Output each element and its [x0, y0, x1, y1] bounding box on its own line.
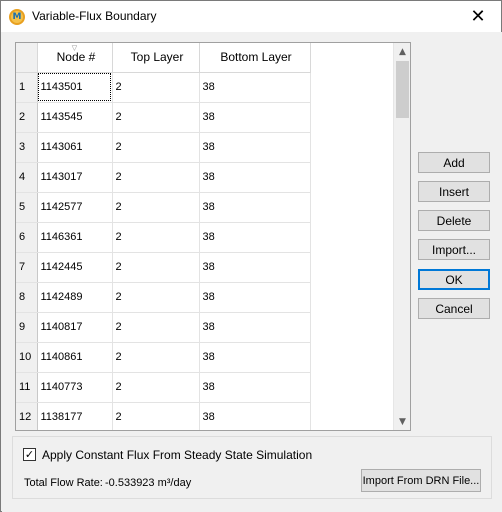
dialog-body: ▽ Node # Top Layer Bottom Layer 1 1143501 2…: [2, 32, 502, 512]
bottom-layer-cell[interactable]: 38: [199, 342, 311, 373]
close-icon[interactable]: ✕: [455, 1, 501, 32]
total-flow-rate-value: -0.533923 m³/day: [105, 477, 192, 489]
row-index-cell[interactable]: 11: [16, 372, 38, 403]
node-cell[interactable]: 1146361: [37, 222, 113, 253]
top-layer-cell[interactable]: 2: [112, 132, 200, 163]
table-corner-cell: [16, 43, 38, 73]
table-header-row: ▽ Node # Top Layer Bottom Layer: [16, 43, 311, 73]
scroll-up-icon[interactable]: ▲: [394, 43, 410, 60]
sort-caret-icon: ▽: [71, 44, 78, 52]
ok-button[interactable]: OK: [418, 269, 490, 290]
top-layer-cell[interactable]: 2: [112, 372, 200, 403]
top-layer-cell[interactable]: 2: [112, 402, 200, 430]
import-drn-file-button[interactable]: Import From DRN File...: [361, 469, 481, 492]
top-layer-cell[interactable]: 2: [112, 252, 200, 283]
node-cell[interactable]: 1140861: [37, 342, 113, 373]
top-layer-cell[interactable]: 2: [112, 342, 200, 373]
table-row[interactable]: 11 1140773 2 38: [16, 372, 311, 403]
row-index-cell[interactable]: 9: [16, 312, 38, 343]
row-index-cell[interactable]: 7: [16, 252, 38, 283]
top-layer-cell[interactable]: 2: [112, 312, 200, 343]
top-layer-cell[interactable]: 2: [112, 192, 200, 223]
node-cell[interactable]: 1140773: [37, 372, 113, 403]
cancel-button[interactable]: Cancel: [418, 298, 490, 319]
app-logo-icon: M: [9, 9, 25, 25]
row-index-cell[interactable]: 6: [16, 222, 38, 253]
table-row[interactable]: 7 1142445 2 38: [16, 252, 311, 283]
column-header-node[interactable]: ▽ Node #: [37, 43, 113, 73]
bottom-layer-cell[interactable]: 38: [199, 222, 311, 253]
node-cell[interactable]: 1140817: [37, 312, 113, 343]
row-index-cell[interactable]: 10: [16, 342, 38, 373]
row-index-cell[interactable]: 4: [16, 162, 38, 193]
check-icon: ✓: [24, 448, 35, 461]
flux-options-panel: ✓ Apply Constant Flux From Steady State …: [12, 436, 492, 499]
row-index-cell[interactable]: 12: [16, 402, 38, 430]
top-layer-cell[interactable]: 2: [112, 72, 200, 103]
apply-constant-flux-label[interactable]: Apply Constant Flux From Steady State Si…: [42, 448, 312, 462]
delete-button[interactable]: Delete: [418, 210, 490, 231]
bottom-layer-cell[interactable]: 38: [199, 402, 311, 430]
row-index-cell[interactable]: 2: [16, 102, 38, 133]
scrollbar-thumb[interactable]: [396, 61, 409, 118]
add-button[interactable]: Add: [418, 152, 490, 173]
node-cell[interactable]: 1138177: [37, 402, 113, 430]
title-bar: M Variable-Flux Boundary ✕: [1, 1, 501, 32]
top-layer-cell[interactable]: 2: [112, 102, 200, 133]
table-row[interactable]: 10 1140861 2 38: [16, 342, 311, 373]
vertical-scrollbar[interactable]: ▲ ▼: [393, 43, 410, 430]
insert-button[interactable]: Insert: [418, 181, 490, 202]
row-index-cell[interactable]: 5: [16, 192, 38, 223]
apply-constant-flux-checkbox[interactable]: ✓: [23, 448, 36, 461]
node-cell[interactable]: 1142489: [37, 282, 113, 313]
bottom-layer-cell[interactable]: 38: [199, 132, 311, 163]
table-row[interactable]: 4 1143017 2 38: [16, 162, 311, 193]
row-index-cell[interactable]: 3: [16, 132, 38, 163]
bottom-layer-cell[interactable]: 38: [199, 372, 311, 403]
scroll-down-icon[interactable]: ▼: [394, 413, 410, 430]
app-logo-glyph: M: [12, 12, 22, 22]
bottom-layer-cell[interactable]: 38: [199, 282, 311, 313]
bottom-layer-cell[interactable]: 38: [199, 162, 311, 193]
top-layer-cell[interactable]: 2: [112, 222, 200, 253]
window-title: Variable-Flux Boundary: [32, 9, 157, 23]
node-table[interactable]: ▽ Node # Top Layer Bottom Layer 1 1143501 2…: [15, 42, 411, 431]
row-index-cell[interactable]: 8: [16, 282, 38, 313]
variable-flux-dialog: M Variable-Flux Boundary ✕ ▽ Node # Top L…: [0, 0, 502, 512]
table-row[interactable]: 12 1138177 2 38: [16, 402, 311, 430]
bottom-layer-cell[interactable]: 38: [199, 102, 311, 133]
column-header-node-label: Node #: [56, 50, 96, 65]
table-row[interactable]: 8 1142489 2 38: [16, 282, 311, 313]
bottom-layer-cell[interactable]: 38: [199, 192, 311, 223]
node-cell[interactable]: 1143017: [37, 162, 113, 193]
top-layer-cell[interactable]: 2: [112, 282, 200, 313]
node-table-grid: ▽ Node # Top Layer Bottom Layer 1 1143501 2…: [16, 43, 311, 430]
node-cell[interactable]: 1143501: [37, 72, 113, 103]
column-header-top-layer[interactable]: Top Layer: [112, 43, 200, 73]
bottom-layer-cell[interactable]: 38: [199, 252, 311, 283]
node-cell[interactable]: 1142577: [37, 192, 113, 223]
column-header-bottom-layer[interactable]: Bottom Layer: [199, 43, 311, 73]
row-index-cell[interactable]: 1: [16, 72, 38, 103]
import-button[interactable]: Import...: [418, 239, 490, 260]
table-row[interactable]: 1 1143501 2 38: [16, 72, 311, 103]
total-flow-rate-label: Total Flow Rate:: [24, 477, 103, 489]
table-row[interactable]: 2 1143545 2 38: [16, 102, 311, 133]
bottom-layer-cell[interactable]: 38: [199, 312, 311, 343]
node-cell[interactable]: 1143061: [37, 132, 113, 163]
top-layer-cell[interactable]: 2: [112, 162, 200, 193]
table-row[interactable]: 3 1143061 2 38: [16, 132, 311, 163]
table-row[interactable]: 5 1142577 2 38: [16, 192, 311, 223]
table-row[interactable]: 6 1146361 2 38: [16, 222, 311, 253]
table-row[interactable]: 9 1140817 2 38: [16, 312, 311, 343]
bottom-layer-cell[interactable]: 38: [199, 72, 311, 103]
node-cell[interactable]: 1142445: [37, 252, 113, 283]
node-cell[interactable]: 1143545: [37, 102, 113, 133]
